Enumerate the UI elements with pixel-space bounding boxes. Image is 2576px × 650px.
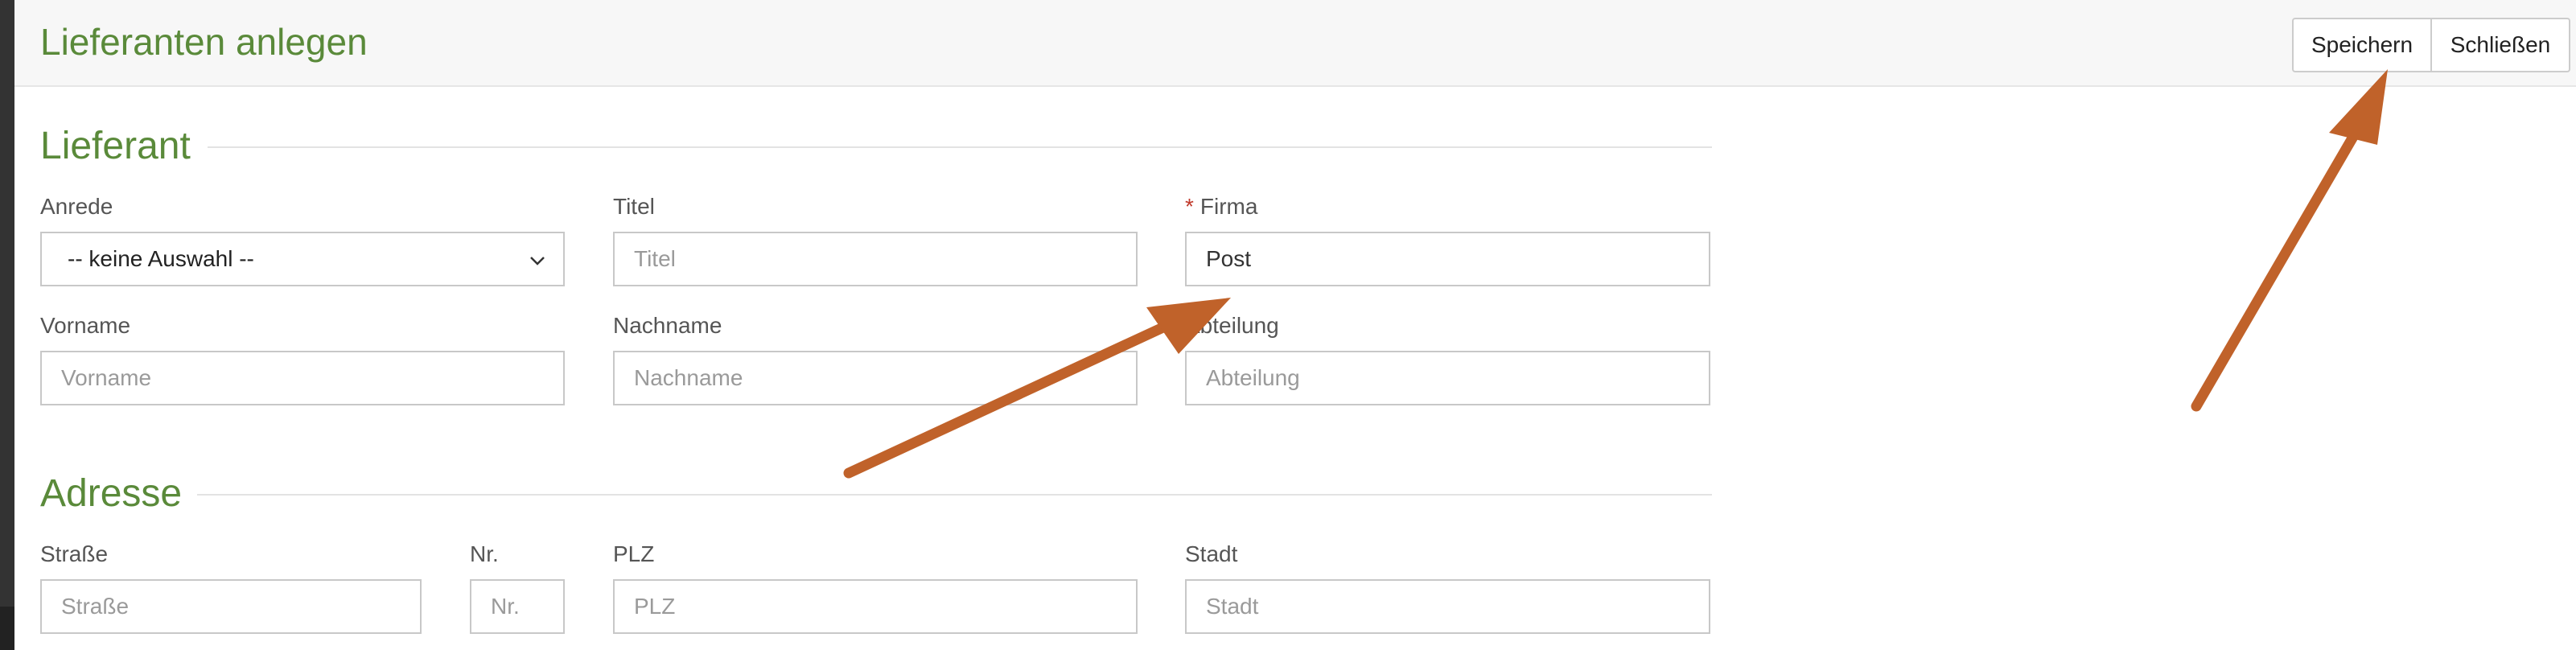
- plz-label: PLZ: [613, 541, 655, 566]
- anrede-label: Anrede: [40, 194, 113, 219]
- section-title-lieferant: Lieferant: [40, 125, 191, 167]
- header-button-group: Speichern Schließen: [2292, 18, 2570, 72]
- plz-input[interactable]: [613, 579, 1138, 634]
- nachname-input[interactable]: [613, 351, 1138, 405]
- titel-label: Titel: [613, 194, 655, 219]
- required-marker: *: [1185, 194, 1194, 219]
- close-button[interactable]: Schließen: [2432, 18, 2570, 72]
- firma-input[interactable]: [1185, 232, 1710, 286]
- nachname-label: Nachname: [613, 313, 722, 338]
- abteilung-input[interactable]: [1185, 351, 1710, 405]
- page-title: Lieferanten anlegen: [40, 21, 368, 63]
- stadt-input[interactable]: [1185, 579, 1710, 634]
- section-title-adresse: Adresse: [40, 472, 183, 515]
- annotation-overlay: [843, 69, 2388, 479]
- anrede-selected-value: -- keine Auswahl --: [68, 246, 254, 271]
- chevron-down-icon: [530, 257, 545, 265]
- vorname-label: Vorname: [40, 313, 131, 338]
- nr-label: Nr.: [470, 541, 499, 566]
- anrede-select[interactable]: -- keine Auswahl --: [40, 232, 565, 286]
- abteilung-label: Abteilung: [1185, 313, 1279, 338]
- section-divider-lieferant: [208, 146, 1712, 148]
- nr-input[interactable]: [470, 579, 565, 634]
- strasse-label: Straße: [40, 541, 109, 566]
- window-left-edge: [0, 0, 14, 650]
- strasse-input[interactable]: [40, 579, 422, 634]
- firma-label-text: Firma: [1200, 194, 1258, 219]
- stadt-label: Stadt: [1185, 541, 1238, 566]
- vorname-input[interactable]: [40, 351, 565, 405]
- save-button[interactable]: Speichern: [2292, 18, 2432, 72]
- arrow-icon: [2191, 69, 2388, 412]
- titel-input[interactable]: [613, 232, 1138, 286]
- section-divider-adresse: [197, 494, 1712, 496]
- window-left-edge-top: [0, 0, 14, 607]
- firma-label: * Firma: [1185, 193, 1257, 220]
- page-header: Lieferanten anlegen Speichern Schließen: [14, 0, 2576, 87]
